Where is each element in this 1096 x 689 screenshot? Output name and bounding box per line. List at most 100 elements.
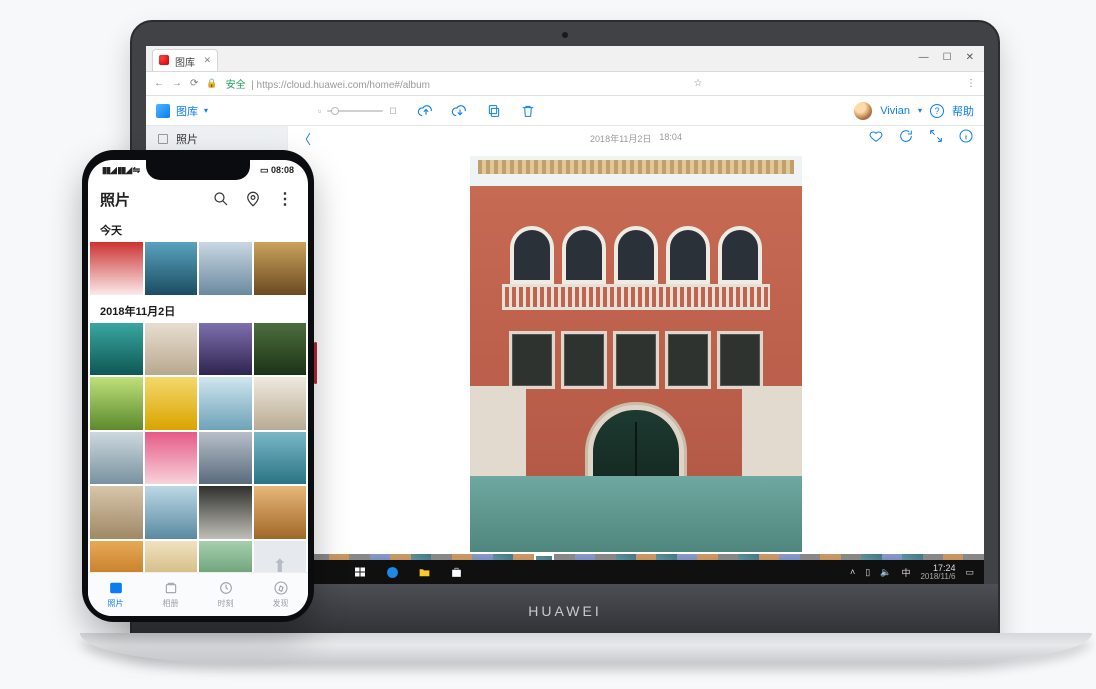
photo-thumb[interactable] — [199, 541, 252, 573]
photo-thumb[interactable] — [90, 242, 143, 295]
section-dated-label: 2018年11月2日 — [88, 295, 308, 323]
photo-thumb[interactable] — [199, 486, 252, 539]
grid-today — [88, 242, 308, 295]
viewer-back-icon[interactable]: 〈 — [298, 129, 311, 148]
zoom-track[interactable] — [327, 110, 383, 112]
network-icon[interactable]: ▯ — [865, 567, 870, 578]
photo-thumb[interactable] — [199, 377, 252, 430]
volume-icon[interactable]: 🔈 — [880, 567, 891, 578]
nav-moments[interactable]: 时刻 — [198, 573, 253, 616]
zoom-thumb[interactable] — [331, 107, 339, 115]
window-maximize-icon[interactable]: ☐ — [943, 52, 952, 63]
chevron-down-icon[interactable]: ▾ — [918, 106, 922, 115]
browser-tab[interactable]: 图库 ✕ — [152, 49, 218, 71]
favorite-icon[interactable] — [868, 128, 884, 149]
copy-icon[interactable] — [485, 102, 503, 120]
phone-screen: ▮▮◢ ▮▮◢ ⇋ ▭ 08:08 照片 ⋮ 今天 2018年11月2日 ⬆ 照… — [88, 160, 308, 616]
photo-thumb[interactable] — [145, 432, 198, 485]
secure-badge: 安全 — [226, 80, 246, 91]
photo-thumb[interactable] — [145, 486, 198, 539]
huawei-favicon-icon — [159, 55, 169, 65]
photo-meta: 2018年11月2日 18:04 — [590, 132, 682, 145]
rotate-icon[interactable] — [898, 128, 914, 149]
photo-thumb[interactable] — [199, 323, 252, 376]
photo-thumb[interactable] — [254, 242, 307, 295]
user-area: Vivian ▾ ? 帮助 — [854, 102, 974, 120]
laptop-camera — [562, 32, 568, 38]
viewer-actions — [868, 128, 974, 149]
info-icon[interactable] — [958, 128, 974, 149]
upload-thumb[interactable]: ⬆ — [254, 541, 307, 573]
window-close-icon[interactable]: ✕ — [966, 52, 974, 63]
nav-label: 时刻 — [218, 598, 234, 609]
sidebar-item-photos[interactable]: 照片 — [146, 126, 287, 152]
chevron-down-icon: ▾ — [204, 106, 208, 115]
photo-thumb[interactable] — [90, 377, 143, 430]
store-icon[interactable] — [442, 560, 470, 584]
photo-thumb[interactable] — [199, 242, 252, 295]
taskbar-date: 2018/11/6 — [920, 573, 955, 581]
start-menu-icon[interactable] — [346, 560, 374, 584]
photo-thumb[interactable] — [199, 432, 252, 485]
more-menu-icon[interactable]: ⋮ — [274, 188, 296, 210]
fullscreen-icon[interactable] — [928, 128, 944, 149]
browser-tab-strip: 图库 ✕ — [146, 46, 984, 72]
section-today-label: 今天 — [88, 214, 308, 242]
nav-discover[interactable]: 发现 — [253, 573, 308, 616]
upload-cloud-icon[interactable] — [417, 102, 435, 120]
gallery-switcher[interactable]: 图库 ▾ — [156, 103, 208, 119]
photo-viewer: 〈 2018年11月2日 18:04 — [288, 126, 984, 560]
tab-close-icon[interactable]: ✕ — [203, 55, 211, 66]
signal-icon: ▮▮◢ ▮▮◢ ⇋ — [102, 165, 139, 176]
phone-header: 照片 ⋮ — [88, 184, 308, 214]
lock-icon: 🔒 — [206, 78, 217, 89]
photo-thumb[interactable] — [90, 486, 143, 539]
help-icon[interactable]: ? — [930, 104, 944, 118]
search-icon[interactable] — [210, 188, 232, 210]
nav-back-icon[interactable]: ← — [154, 78, 164, 89]
photo-thumb[interactable] — [145, 242, 198, 295]
viewer-top-bar: 〈 2018年11月2日 18:04 — [288, 126, 984, 150]
map-pin-icon[interactable] — [242, 188, 264, 210]
notification-center-icon[interactable]: ▭ — [965, 567, 974, 578]
file-explorer-icon[interactable] — [410, 560, 438, 584]
nav-label: 照片 — [108, 598, 124, 609]
photo-thumb[interactable] — [90, 541, 143, 573]
phone-power-button — [314, 342, 317, 384]
nav-albums[interactable]: 相册 — [143, 573, 198, 616]
taskbar-clock[interactable]: 17:24 2018/11/6 — [920, 564, 955, 581]
taskbar-pinned — [346, 560, 470, 584]
photo-thumb[interactable] — [90, 432, 143, 485]
photo-thumb[interactable] — [254, 432, 307, 485]
taskbar-tray: ˄ ▯ 🔈 中 17:24 2018/11/6 ▭ — [850, 564, 984, 581]
laptop-brand: HUAWEI — [528, 603, 601, 619]
photo-thumb[interactable] — [90, 323, 143, 376]
photo-thumb[interactable] — [254, 377, 307, 430]
zoom-slider[interactable]: ▫ ◻ — [318, 105, 397, 116]
photo-thumb[interactable] — [254, 486, 307, 539]
avatar[interactable] — [854, 102, 872, 120]
nav-photos[interactable]: 照片 — [88, 573, 143, 616]
phone-bottom-nav: 照片 相册 时刻 发现 — [88, 572, 308, 616]
user-name[interactable]: Vivian — [880, 105, 910, 117]
window-minimize-icon[interactable]: ― — [919, 52, 929, 63]
photo-thumb[interactable] — [145, 377, 198, 430]
ime-icon[interactable]: 中 — [901, 566, 910, 579]
gallery-icon — [156, 104, 170, 118]
tray-chevron-icon[interactable]: ˄ — [850, 567, 855, 577]
photo-thumb[interactable] — [254, 323, 307, 376]
bookmark-star-icon[interactable]: ☆ — [694, 78, 703, 89]
phone-scroll-area[interactable]: 今天 2018年11月2日 ⬆ — [88, 214, 308, 572]
download-cloud-icon[interactable] — [451, 102, 469, 120]
browser-menu-icon[interactable]: ⋮ — [966, 78, 976, 89]
help-label[interactable]: 帮助 — [952, 103, 974, 119]
main-photo[interactable] — [470, 156, 802, 552]
url-display[interactable]: 安全 | https://cloud.huawei.com/home#/albu… — [226, 76, 430, 91]
photo-thumb[interactable] — [145, 323, 198, 376]
nav-forward-icon[interactable]: → — [172, 78, 182, 89]
zoom-small-icon: ▫ — [318, 106, 321, 116]
nav-reload-icon[interactable]: ⟳ — [190, 78, 198, 89]
delete-icon[interactable] — [519, 102, 537, 120]
edge-browser-icon[interactable] — [378, 560, 406, 584]
photo-thumb[interactable] — [145, 541, 198, 573]
